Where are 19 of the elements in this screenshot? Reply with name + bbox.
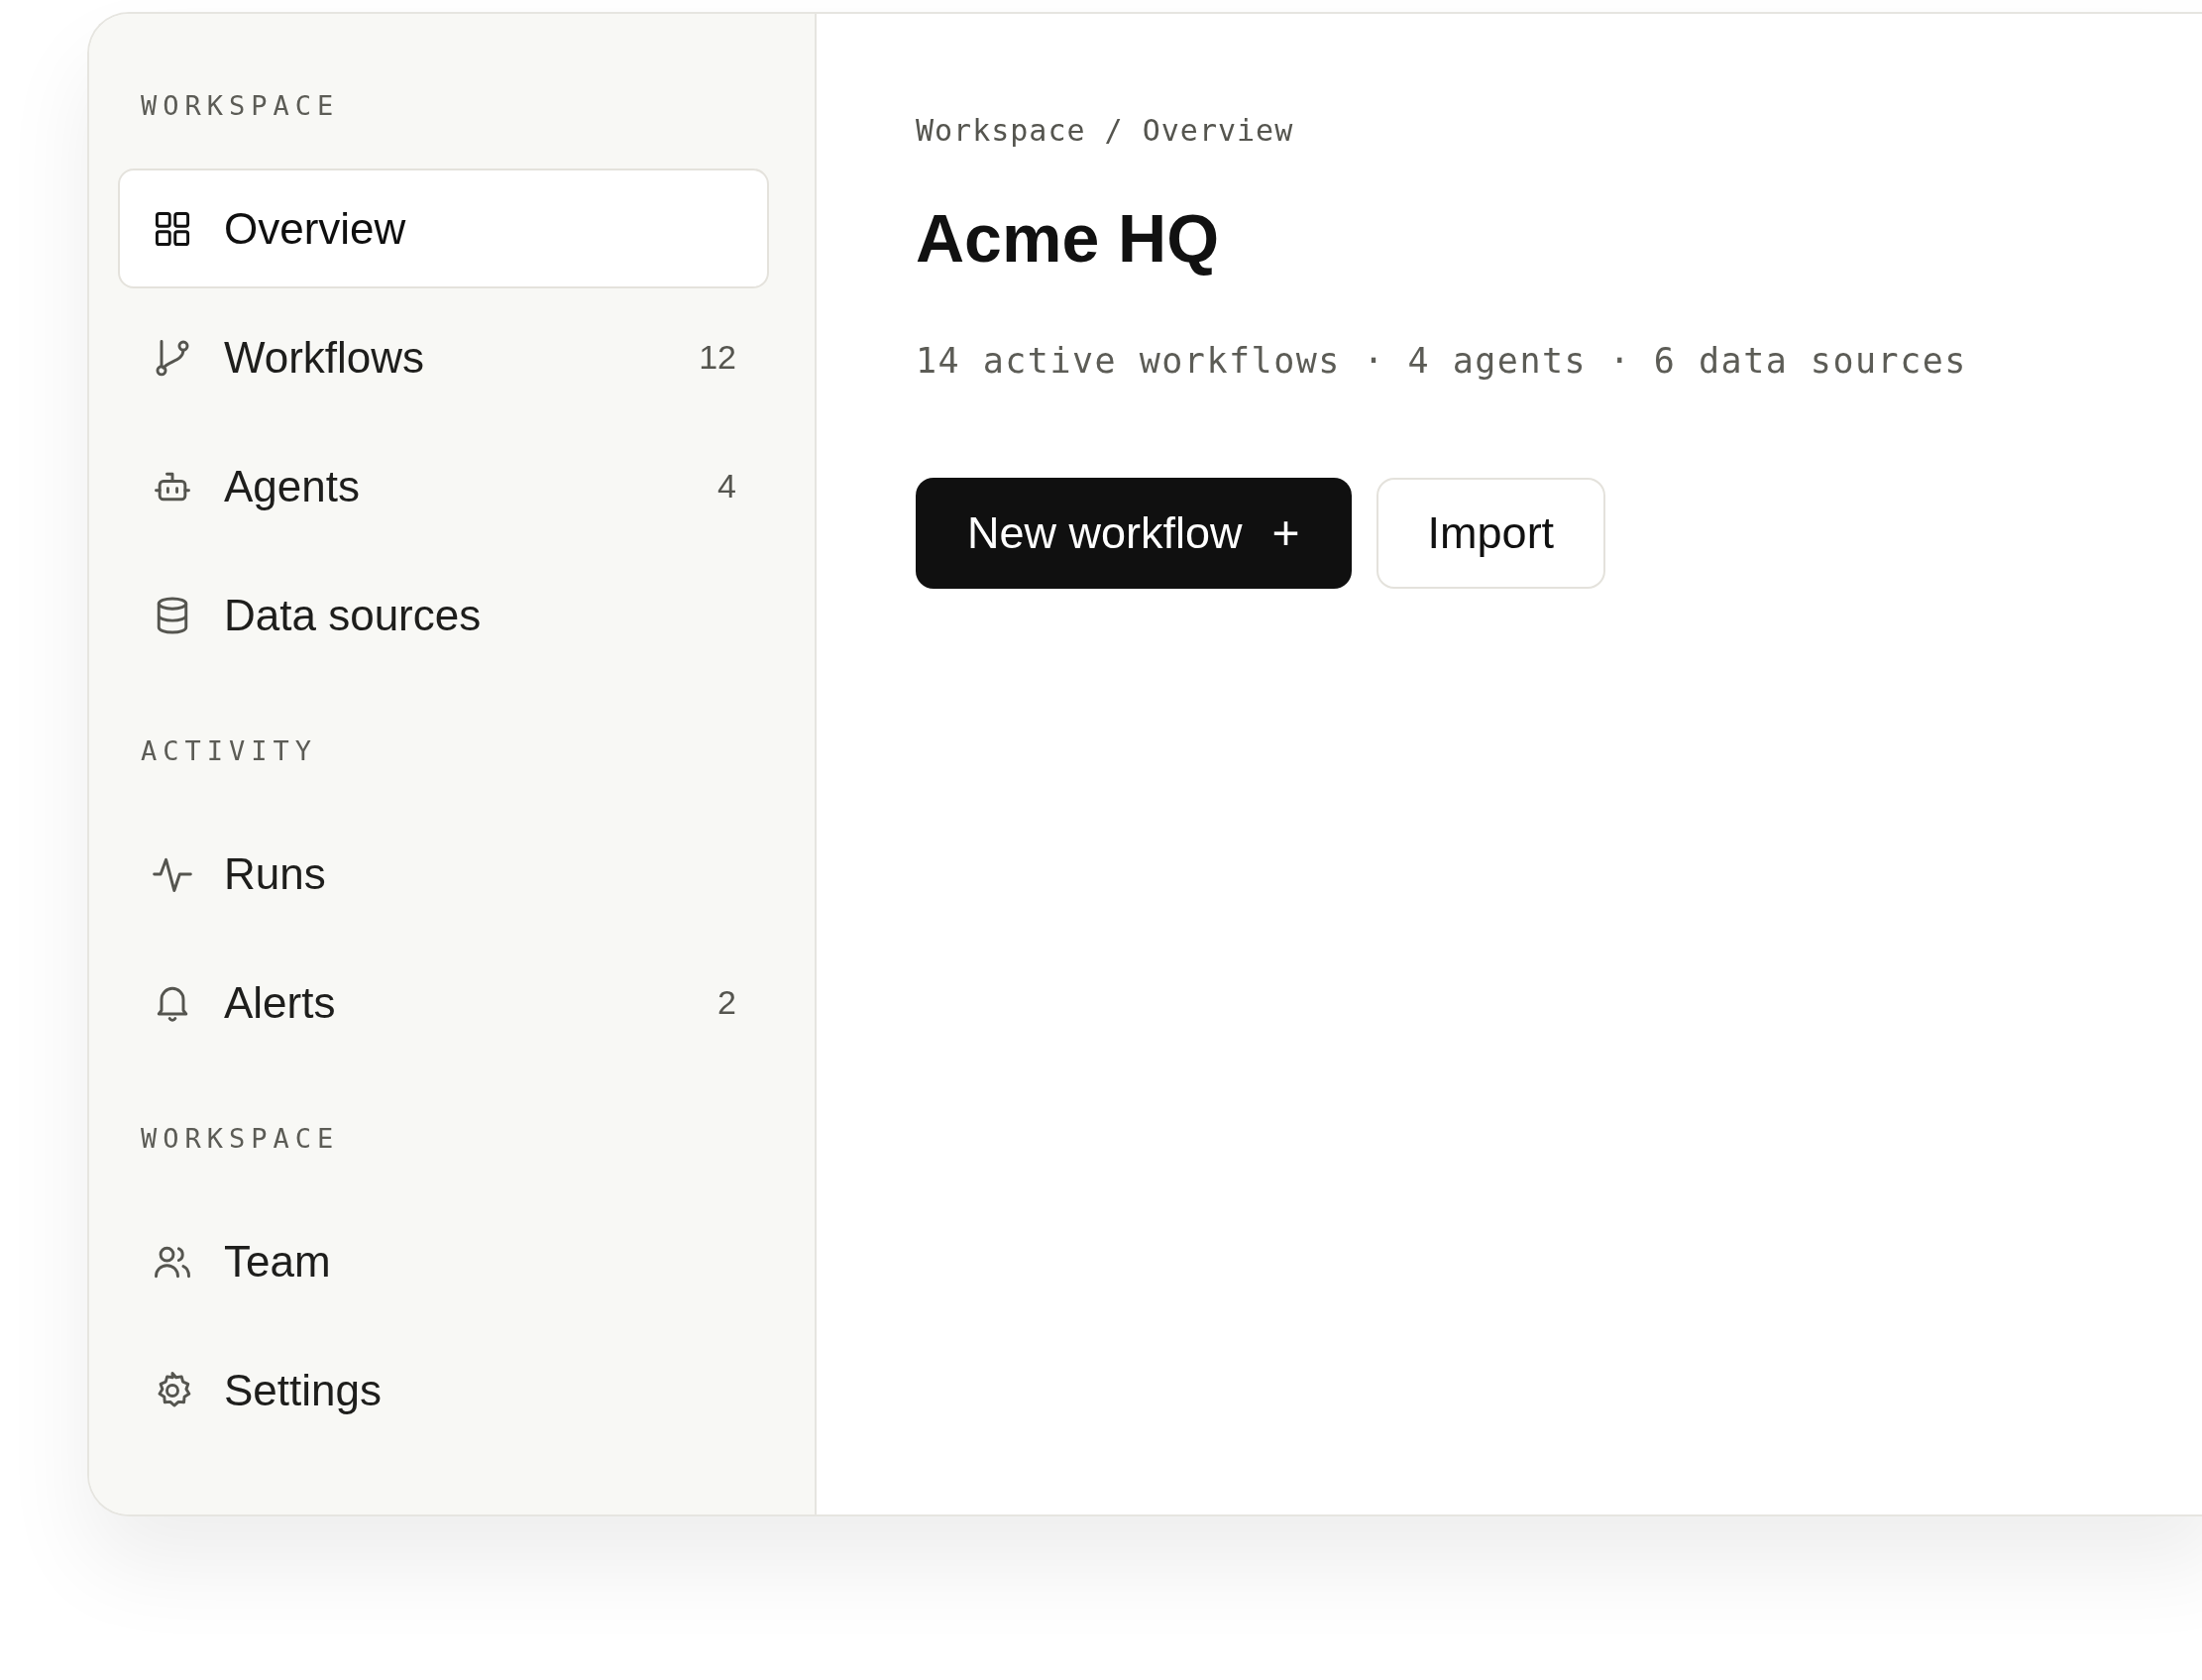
sidebar-item[interactable]: Settings	[118, 1330, 769, 1450]
sidebar-item[interactable]: Runs	[118, 814, 769, 934]
sidebar-item[interactable]: Data sources	[118, 555, 769, 675]
breadcrumb: Workspace / Overview	[916, 112, 1295, 150]
summary-text: 14 active workflows · 4 agents · 6 data sources	[916, 340, 1968, 383]
item-count: 4	[717, 467, 736, 505]
sidebar-item[interactable]: Team	[118, 1201, 769, 1321]
sidebar-item[interactable]: Overview	[118, 168, 769, 288]
sidebar-item[interactable]: Alerts 2	[118, 943, 769, 1063]
item-count: 2	[717, 983, 736, 1022]
import-button[interactable]: Import	[1376, 478, 1606, 589]
item-count: 12	[699, 338, 736, 377]
section-label: ACTIVITY	[141, 736, 319, 766]
section-label: WORKSPACE	[141, 1124, 341, 1154]
section-label: WORKSPACE	[141, 91, 341, 121]
sidebar-item[interactable]: Workflows 12	[118, 297, 769, 417]
new-workflow-button[interactable]: New workflow +	[916, 478, 1352, 589]
page-title: Acme HQ	[916, 199, 1221, 278]
sidebar-item[interactable]: Agents 4	[118, 426, 769, 546]
